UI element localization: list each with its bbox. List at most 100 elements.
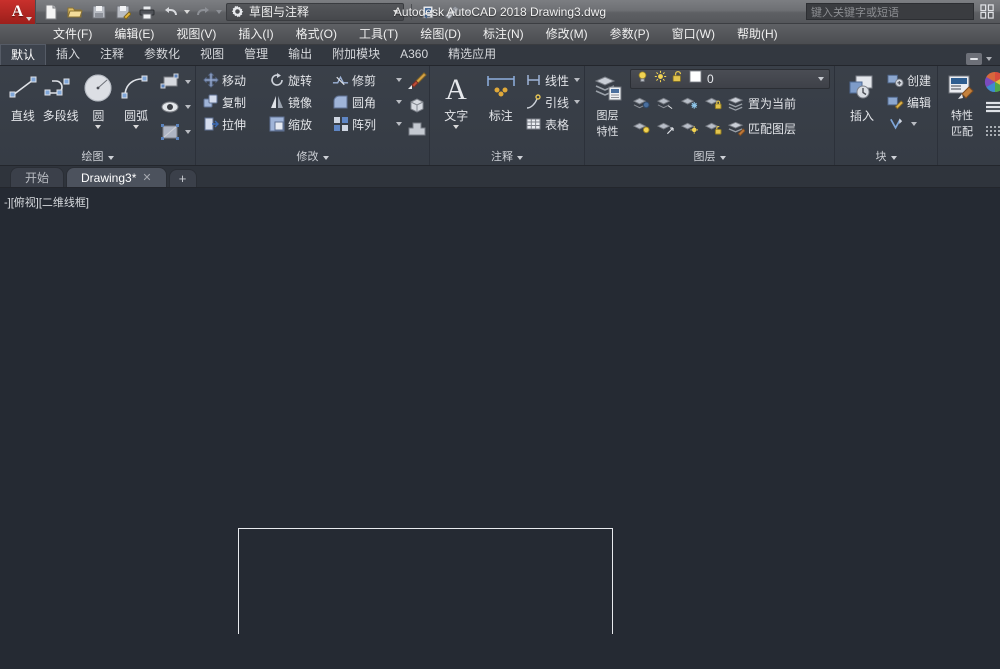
- tab-a360[interactable]: A360: [390, 44, 438, 65]
- chevron-down-icon[interactable]: [185, 80, 191, 84]
- block-create-button[interactable]: 创建: [885, 69, 933, 91]
- new-document-icon[interactable]: [40, 2, 62, 22]
- menu-insert[interactable]: 插入(I): [227, 24, 284, 45]
- solid-edit-icon[interactable]: [406, 93, 428, 117]
- chevron-down-icon[interactable]: [108, 156, 114, 160]
- modify-array-button[interactable]: 阵列: [330, 113, 392, 135]
- layer-unisolate-icon[interactable]: [654, 92, 676, 114]
- chevron-down-icon[interactable]: [574, 78, 580, 82]
- block-attribute-icon[interactable]: [885, 113, 907, 135]
- layer-properties-button[interactable]: 图层 特性: [589, 69, 626, 139]
- sun-freeze-icon[interactable]: [654, 70, 667, 88]
- lineweight-list-icon[interactable]: [984, 119, 1000, 143]
- layer-thaw-icon[interactable]: [678, 117, 700, 139]
- unlock-icon[interactable]: [672, 70, 684, 88]
- tab-featured-apps[interactable]: 精选应用: [438, 44, 506, 65]
- chevron-down-icon[interactable]: [185, 130, 191, 134]
- tab-addins[interactable]: 附加模块: [322, 44, 390, 65]
- panel-layer-title[interactable]: 图层: [589, 150, 830, 165]
- modify-mirror-button[interactable]: 镜像: [266, 91, 330, 113]
- menu-file[interactable]: 文件(F): [42, 24, 103, 45]
- annotation-linear-button[interactable]: 线性: [523, 69, 571, 91]
- layer-match-button[interactable]: 匹配图层: [726, 117, 798, 139]
- plot-print-icon[interactable]: [136, 2, 158, 22]
- viewport-label[interactable]: -][俯视][二维线框]: [4, 194, 89, 210]
- layer-isolate-icon[interactable]: [630, 92, 652, 114]
- tab-view[interactable]: 视图: [190, 44, 234, 65]
- menu-help[interactable]: 帮助(H): [726, 24, 789, 45]
- draw-arc-button[interactable]: 圆弧: [117, 69, 155, 129]
- hatch-icon[interactable]: [159, 96, 181, 118]
- panel-annotation-title[interactable]: 注释: [434, 150, 580, 165]
- chevron-down-icon[interactable]: [911, 122, 917, 126]
- workspace-selector[interactable]: 草图与注释: [226, 3, 404, 21]
- chevron-down-icon[interactable]: [396, 100, 402, 104]
- tab-drawing3[interactable]: Drawing3* ✕: [66, 167, 167, 187]
- chevron-down-icon[interactable]: [574, 100, 580, 104]
- draw-polyline-button[interactable]: 多段线: [42, 69, 80, 124]
- help-grid-icon[interactable]: [978, 3, 996, 21]
- chevron-down-icon[interactable]: [185, 105, 191, 109]
- layer-lock-icon[interactable]: [702, 92, 724, 114]
- annotation-text-button[interactable]: A 文字: [434, 69, 478, 129]
- chevron-down-icon[interactable]: [26, 17, 32, 21]
- chevron-down-icon[interactable]: [720, 156, 726, 160]
- annotation-leader-button[interactable]: 引线: [523, 91, 571, 113]
- annotation-table-button[interactable]: 表格: [523, 113, 571, 135]
- block-edit-button[interactable]: 编辑: [885, 91, 933, 113]
- rectangle-icon[interactable]: [159, 71, 181, 93]
- extrude-icon[interactable]: [406, 117, 428, 141]
- menu-tools[interactable]: 工具(T): [348, 24, 409, 45]
- color-swatch-white-icon[interactable]: [689, 70, 702, 88]
- layer-unlock-icon[interactable]: [702, 117, 724, 139]
- drawing-rectangle[interactable]: [238, 528, 613, 634]
- menu-window[interactable]: 窗口(W): [661, 24, 726, 45]
- menu-parametric[interactable]: 参数(P): [599, 24, 661, 45]
- close-icon[interactable]: ✕: [142, 171, 151, 184]
- chevron-down-icon[interactable]: [818, 77, 824, 81]
- chevron-down-icon[interactable]: [396, 78, 402, 82]
- tab-start[interactable]: 开始: [10, 167, 64, 187]
- qat-overflow-icon[interactable]: [465, 10, 471, 14]
- match-properties-button[interactable]: 特性 匹配: [942, 69, 982, 139]
- draw-circle-button[interactable]: 圆: [80, 69, 118, 129]
- redo-icon[interactable]: [192, 2, 214, 22]
- panel-block-title[interactable]: 块: [839, 150, 933, 165]
- modify-fillet-button[interactable]: 圆角: [330, 91, 392, 113]
- new-tab-button[interactable]: +: [169, 169, 197, 187]
- clean-screen-icon[interactable]: [441, 2, 463, 22]
- menu-modify[interactable]: 修改(M): [535, 24, 599, 45]
- save-document-icon[interactable]: [88, 2, 110, 22]
- lightbulb-on-icon[interactable]: [636, 70, 649, 88]
- open-document-icon[interactable]: [64, 2, 86, 22]
- tab-parametric[interactable]: 参数化: [134, 44, 190, 65]
- block-insert-button[interactable]: 插入: [839, 69, 885, 124]
- undo-dropdown-icon[interactable]: [184, 10, 190, 14]
- chevron-down-icon[interactable]: [393, 10, 399, 14]
- search-input[interactable]: 键入关键字或短语: [806, 3, 974, 20]
- draw-line-button[interactable]: 直线: [4, 69, 42, 124]
- chevron-down-icon[interactable]: [517, 156, 523, 160]
- match-properties-brush-icon[interactable]: [406, 69, 428, 93]
- tab-manage[interactable]: 管理: [234, 44, 278, 65]
- save-as-document-icon[interactable]: [112, 2, 134, 22]
- tab-insert[interactable]: 插入: [46, 44, 90, 65]
- layer-change-icon[interactable]: [654, 117, 676, 139]
- menu-draw[interactable]: 绘图(D): [409, 24, 472, 45]
- chevron-down-icon[interactable]: [891, 156, 897, 160]
- application-menu-button[interactable]: A: [0, 0, 36, 24]
- menu-dimension[interactable]: 标注(N): [472, 24, 535, 45]
- region-icon[interactable]: [159, 121, 181, 143]
- tab-annotate[interactable]: 注释: [90, 44, 134, 65]
- panel-modify-title[interactable]: 修改: [200, 150, 425, 165]
- tab-default[interactable]: 默认: [0, 44, 46, 65]
- menu-view[interactable]: 视图(V): [165, 24, 227, 45]
- chevron-down-icon[interactable]: [133, 125, 139, 129]
- modify-stretch-button[interactable]: 拉伸: [200, 113, 266, 135]
- linetype-list-icon[interactable]: [984, 95, 1000, 119]
- drawing-canvas[interactable]: -][俯视][二维线框] Y X: [0, 188, 1000, 634]
- chevron-down-icon[interactable]: [396, 122, 402, 126]
- modify-move-button[interactable]: 移动: [200, 69, 266, 91]
- annotation-dimension-button[interactable]: 标注: [478, 69, 522, 124]
- undo-icon[interactable]: [160, 2, 182, 22]
